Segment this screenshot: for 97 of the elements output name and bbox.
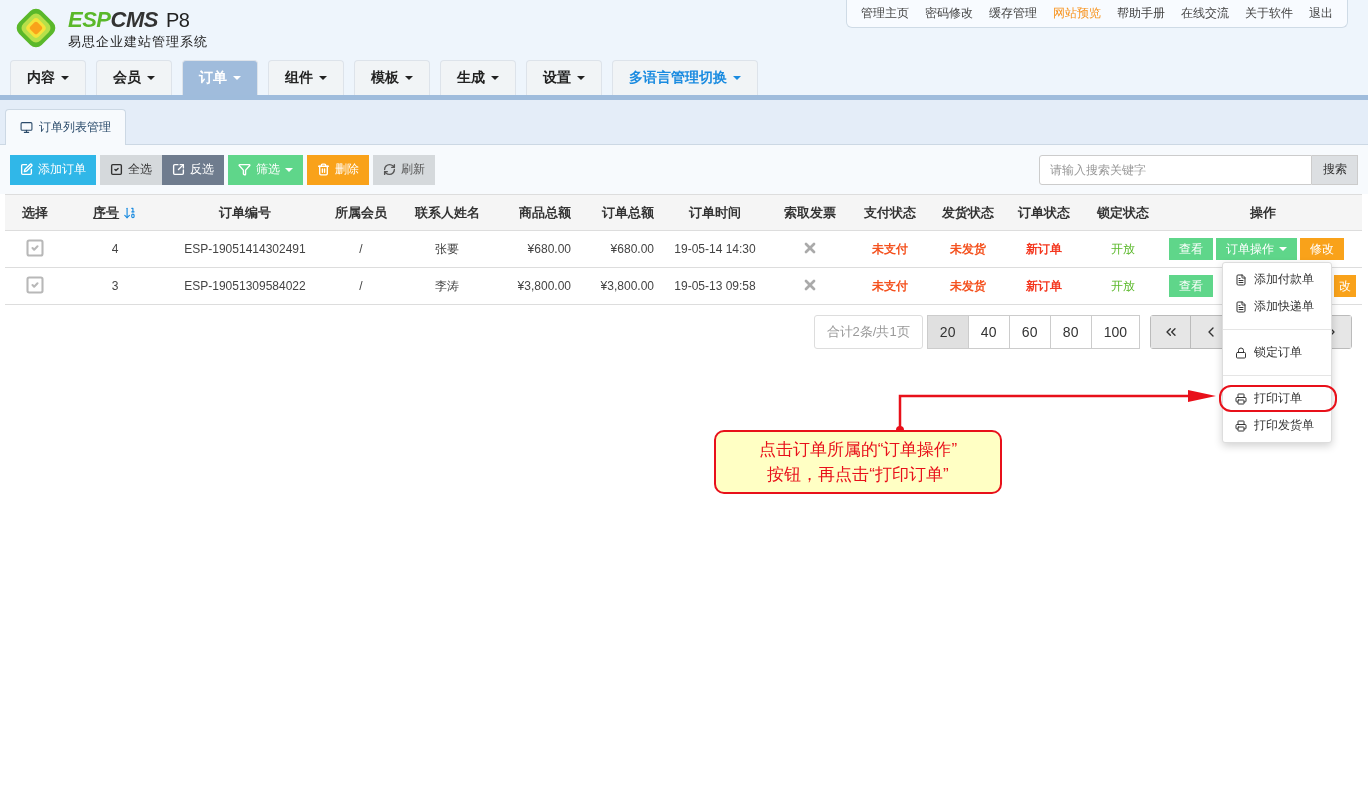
document-icon — [1235, 273, 1247, 286]
table-cell: / — [325, 230, 397, 268]
all-button[interactable]: 全选 — [100, 154, 162, 185]
column-header: 订单时间 — [660, 194, 770, 231]
lock-icon — [1235, 346, 1247, 359]
column-header: 商品总额 — [497, 194, 577, 231]
nav-tab[interactable]: 模板 — [354, 60, 430, 95]
refresh-icon — [383, 163, 396, 176]
printer-icon — [1235, 419, 1247, 432]
search-button[interactable]: 搜索 — [1312, 154, 1358, 185]
status-text: 未发货 — [930, 230, 1005, 268]
caret-icon — [319, 76, 327, 80]
caret-icon — [405, 76, 413, 80]
top-link[interactable]: 在线交流 — [1181, 5, 1229, 22]
column-header: 订单编号 — [165, 194, 325, 231]
column-header: 发货状态 — [930, 194, 1005, 231]
top-link[interactable]: 关于软件 — [1245, 5, 1293, 22]
invert-button[interactable]: 反选 — [162, 154, 224, 185]
caret-icon — [147, 76, 155, 80]
status-text: 开放 — [1083, 230, 1163, 268]
table-cell: ¥3,800.00 — [497, 267, 577, 305]
table-cell: ¥680.00 — [497, 230, 577, 268]
page-info: 合计2条/共1页 — [813, 315, 923, 349]
page-size-button[interactable]: 80 — [1049, 315, 1092, 349]
page-tab[interactable]: 订单列表管理 — [5, 109, 126, 145]
invert-icon — [172, 163, 185, 176]
checkbox-icon[interactable] — [25, 274, 45, 295]
table-cell: ¥3,800.00 — [577, 267, 660, 305]
caret-icon — [233, 76, 241, 80]
logo-text: ESP — [68, 9, 111, 31]
page-size-button[interactable]: 40 — [967, 315, 1010, 349]
column-header: 锁定状态 — [1083, 194, 1163, 231]
status-text: 新订单 — [1005, 267, 1083, 305]
logo-text: CMS — [110, 9, 158, 31]
table-cell: 3 — [65, 267, 165, 305]
nav-tab[interactable]: 设置 — [526, 60, 602, 95]
column-header: 操作 — [1163, 194, 1362, 231]
status-text: 开放 — [1083, 267, 1163, 305]
top-link[interactable]: 缓存管理 — [989, 5, 1037, 22]
status-text: 未支付 — [850, 267, 930, 305]
menu-item[interactable]: 添加付款单 — [1223, 266, 1331, 293]
menu-item[interactable]: 打印发货单 — [1223, 412, 1331, 439]
delete-icon — [317, 163, 330, 176]
filter-icon — [238, 163, 251, 176]
monitor-icon — [20, 121, 33, 134]
top-link[interactable]: 密码修改 — [925, 5, 973, 22]
caret-icon — [733, 76, 741, 80]
menu-item[interactable]: 锁定订单 — [1223, 339, 1331, 366]
table-cell: ¥680.00 — [577, 230, 660, 268]
menu-item[interactable]: 添加快递单 — [1223, 293, 1331, 320]
top-link[interactable]: 帮助手册 — [1117, 5, 1165, 22]
column-header[interactable]: 序号 — [65, 194, 165, 231]
checkbox-icon[interactable] — [25, 237, 45, 258]
sort-icon[interactable] — [122, 206, 137, 221]
column-header: 订单总额 — [577, 194, 660, 231]
table-cell: ESP-19051309584022 — [165, 267, 325, 305]
printer-icon — [1235, 392, 1247, 405]
caret-icon — [577, 76, 585, 80]
table-cell: 张要 — [397, 230, 497, 268]
column-header: 订单状态 — [1005, 194, 1083, 231]
status-text: 未支付 — [850, 230, 930, 268]
all-icon — [110, 163, 123, 176]
search-field[interactable]: 请输入搜索关键字 — [1039, 154, 1312, 185]
page-size-button[interactable]: 20 — [926, 315, 969, 349]
document-icon — [1235, 300, 1247, 313]
column-header: 选择 — [5, 194, 65, 231]
column-header: 联系人姓名 — [397, 194, 497, 231]
status-text: 新订单 — [1005, 230, 1083, 268]
column-header: 支付状态 — [850, 194, 930, 231]
table-cell: ESP-19051414302491 — [165, 230, 325, 268]
page-size-button[interactable]: 100 — [1090, 315, 1140, 349]
nav-tab[interactable]: 会员 — [96, 60, 172, 95]
column-header: 索取发票 — [770, 194, 850, 231]
caret-icon — [491, 76, 499, 80]
top-link[interactable]: 管理主页 — [861, 5, 909, 22]
version-text: P8 — [165, 9, 190, 31]
table-cell: / — [325, 267, 397, 305]
table-cell: 4 — [65, 230, 165, 268]
menu-item[interactable]: 打印订单 — [1219, 385, 1337, 412]
table-cell: 李涛 — [397, 267, 497, 305]
top-link[interactable]: 退出 — [1309, 5, 1333, 22]
nav-tab[interactable]: 内容 — [10, 60, 86, 95]
page-size-button[interactable]: 60 — [1008, 315, 1051, 349]
callout-text: 点击订单所属的“订单操作” 按钮，再点击“打印订单” — [758, 439, 958, 486]
nav-tab[interactable]: 组件 — [268, 60, 344, 95]
caret-icon — [1279, 247, 1287, 251]
first-page-button[interactable] — [1151, 316, 1191, 348]
table-cell: 19-05-13 09:58 — [660, 267, 770, 305]
add-icon — [20, 163, 33, 176]
column-header: 所属会员 — [325, 194, 397, 231]
nav-tab[interactable]: 生成 — [440, 60, 516, 95]
caret-icon — [285, 167, 293, 172]
logo-subtitle: 易思企业建站管理系统 — [68, 33, 208, 51]
refresh-button[interactable]: 刷新 — [373, 154, 435, 185]
table-cell: 19-05-14 14:30 — [660, 230, 770, 268]
caret-icon — [61, 76, 69, 80]
status-text: 未发货 — [930, 267, 1005, 305]
